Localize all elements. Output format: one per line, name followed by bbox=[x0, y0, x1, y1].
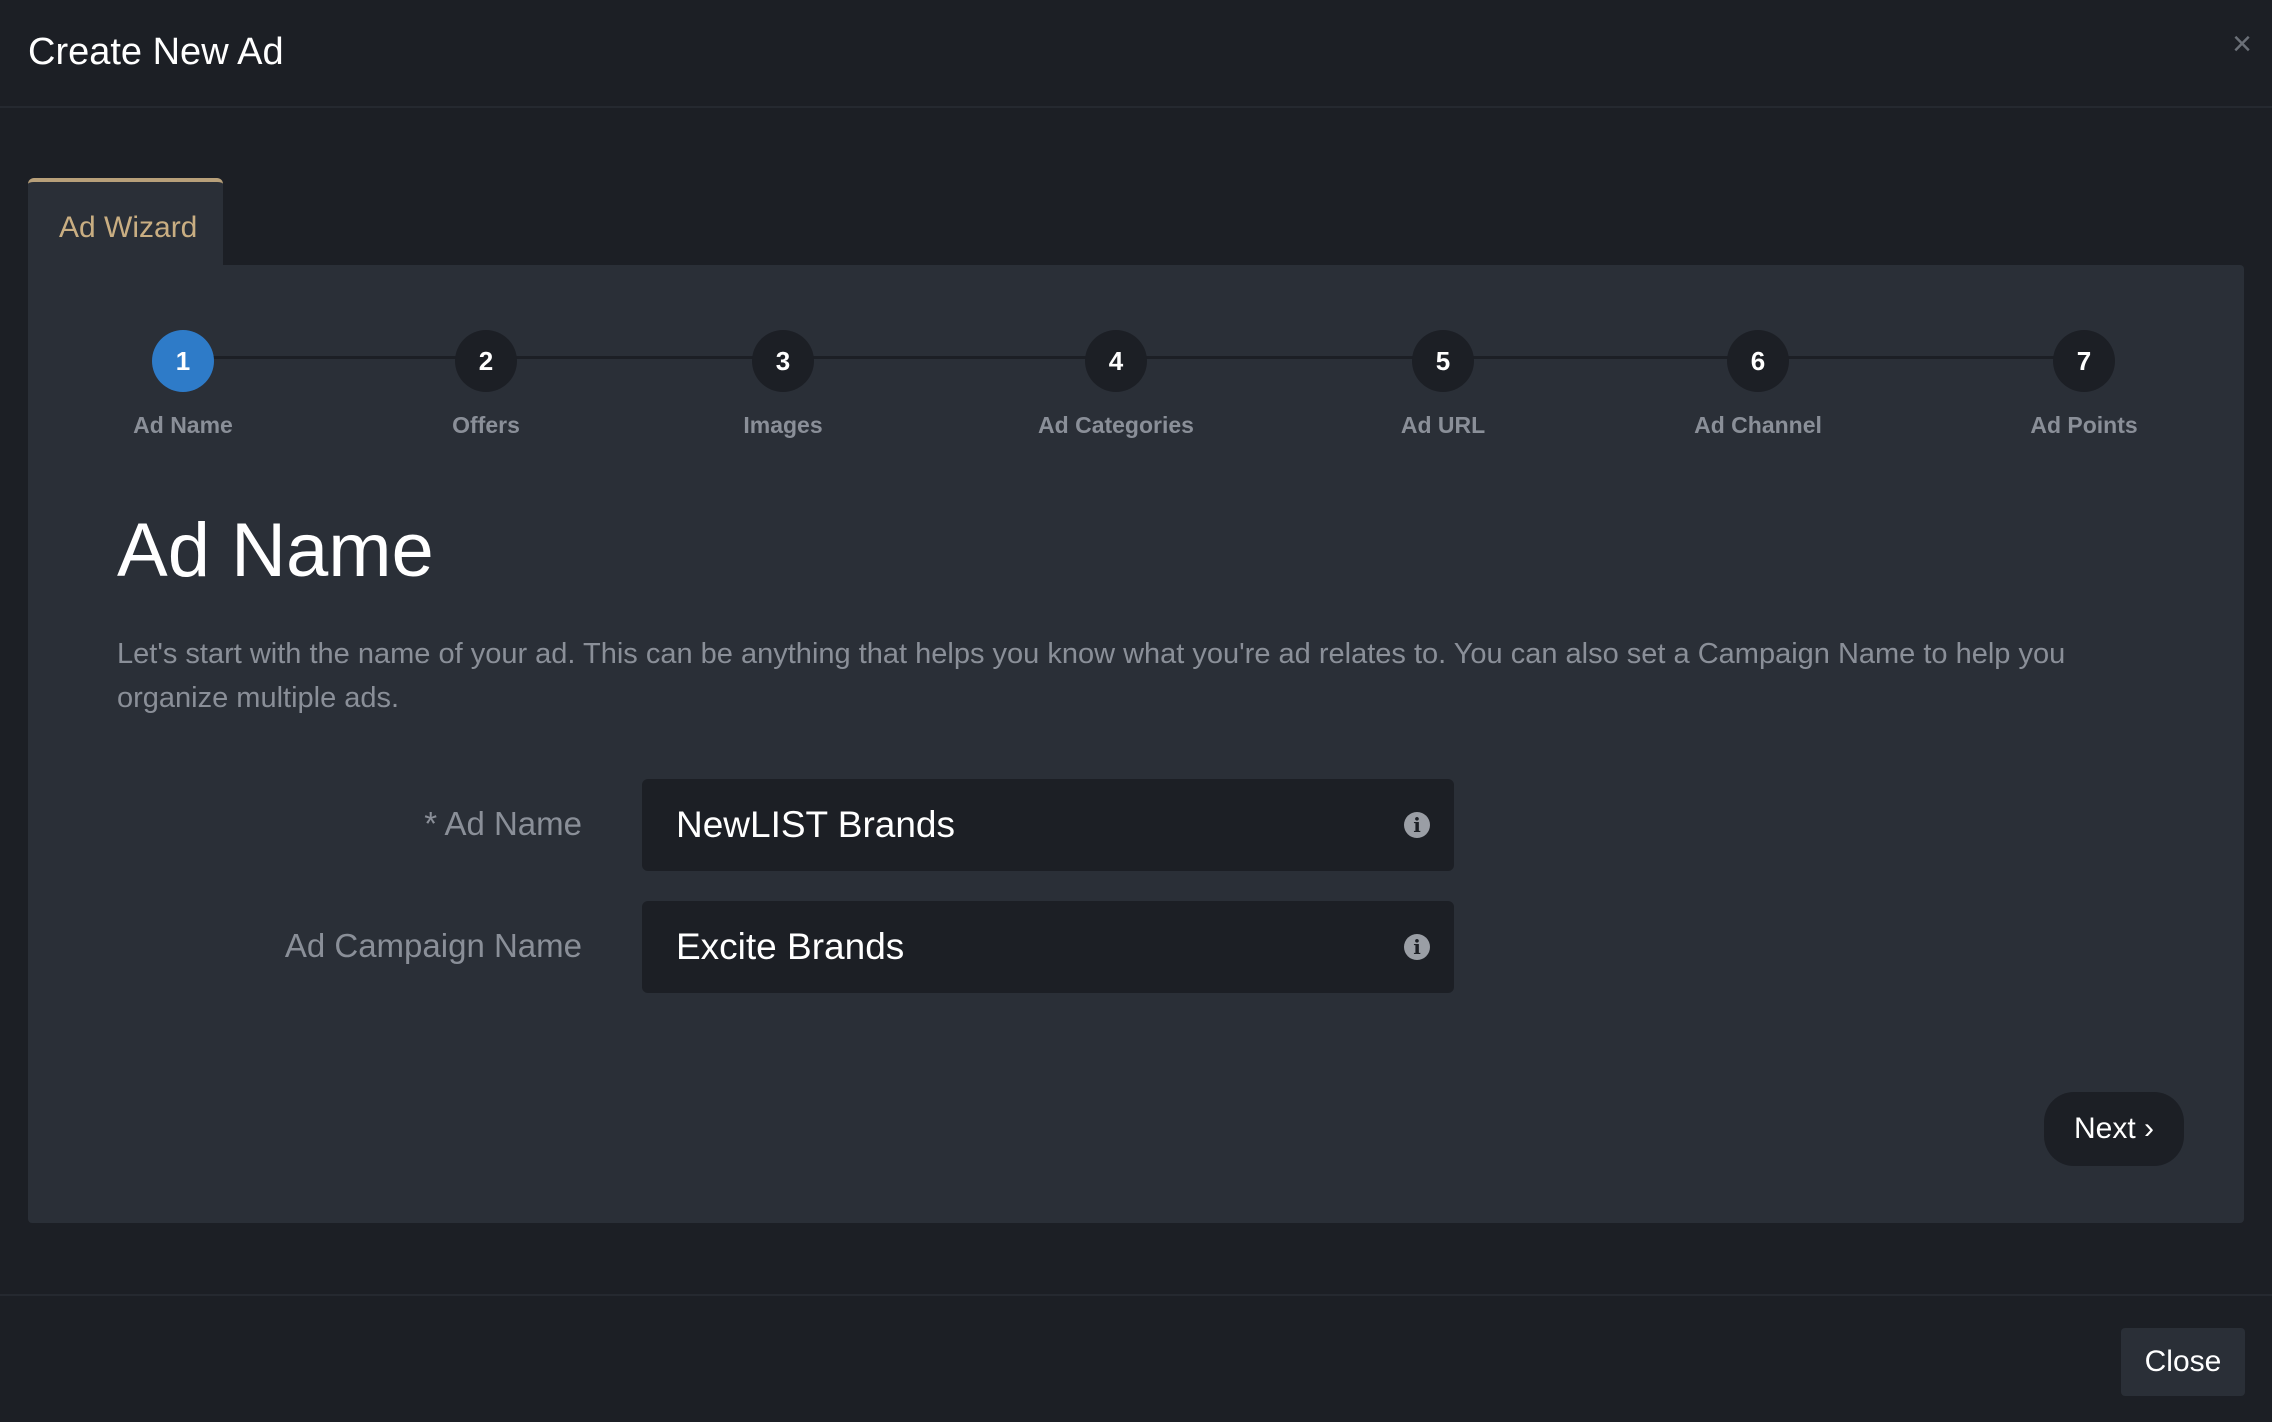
tab-ad-wizard[interactable]: Ad Wizard bbox=[28, 178, 223, 265]
step-label: Ad Categories bbox=[1038, 412, 1194, 438]
step-number: 5 bbox=[1412, 330, 1474, 392]
step-number: 4 bbox=[1085, 330, 1147, 392]
ad-name-label: * Ad Name bbox=[424, 805, 582, 842]
close-button[interactable]: Close bbox=[2121, 1328, 2245, 1396]
info-icon[interactable]: i bbox=[1404, 812, 1430, 838]
ad-name-value: NewLIST Brands bbox=[676, 804, 955, 845]
step-label: Ad Channel bbox=[1694, 412, 1822, 438]
campaign-name-input[interactable]: Excite Brands i bbox=[642, 901, 1454, 993]
step-number: 7 bbox=[2053, 330, 2115, 392]
modal-title: Create New Ad bbox=[28, 31, 284, 73]
step-label: Offers bbox=[452, 412, 520, 438]
step-number: 6 bbox=[1727, 330, 1789, 392]
ad-name-input[interactable]: NewLIST Brands i bbox=[642, 779, 1454, 871]
section-title: Ad Name bbox=[117, 508, 434, 593]
create-ad-modal: Create New Ad × Ad Wizard 1 Ad Name 2 Of… bbox=[0, 0, 2272, 1422]
step-number: 1 bbox=[152, 330, 214, 392]
campaign-name-value: Excite Brands bbox=[676, 926, 905, 967]
next-button[interactable]: Next › bbox=[2044, 1092, 2184, 1166]
section-description: Let's start with the name of your ad. Th… bbox=[117, 638, 2066, 714]
close-icon[interactable]: × bbox=[2232, 24, 2252, 64]
step-number: 3 bbox=[752, 330, 814, 392]
step-label: Ad URL bbox=[1400, 412, 1486, 438]
modal-footer: Close bbox=[0, 1294, 2272, 1422]
campaign-name-label: Ad Campaign Name bbox=[284, 927, 582, 964]
step-label: Ad Points bbox=[2030, 412, 2138, 438]
step-label: Ad Name bbox=[133, 412, 233, 438]
wizard-panel bbox=[28, 265, 2244, 1223]
step-label: Images bbox=[743, 412, 823, 438]
step-number: 2 bbox=[455, 330, 517, 392]
info-icon[interactable]: i bbox=[1404, 934, 1430, 960]
tab-label: Ad Wizard bbox=[59, 211, 198, 244]
modal-header: Create New Ad × bbox=[0, 0, 2272, 108]
